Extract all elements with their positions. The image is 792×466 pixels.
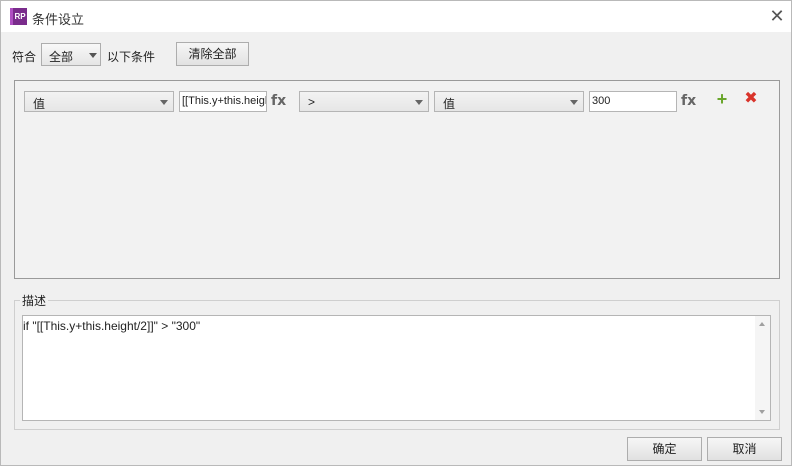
left-type-select[interactable]: 值 <box>24 91 174 112</box>
condition-dialog: RP 条件设立 ✕ 符合 全部 以下条件 清除全部 值 [[This.y+thi… <box>0 0 792 466</box>
match-mode-select[interactable]: 全部 <box>41 43 101 66</box>
fx-icon[interactable]: fx <box>681 93 696 109</box>
left-expression-input[interactable]: [[This.y+this.height/2]] <box>179 91 267 112</box>
description-text: if "[[This.y+this.height/2]]" > "300" <box>23 319 201 333</box>
ok-button[interactable]: 确定 <box>627 437 702 461</box>
operator-select[interactable]: > <box>299 91 429 112</box>
match-label: 符合 <box>12 50 37 64</box>
scroll-up-icon[interactable] <box>759 322 765 326</box>
right-type-select[interactable]: 值 <box>434 91 584 112</box>
right-value-input[interactable]: 300 <box>589 91 677 112</box>
left-type-value: 值 <box>33 97 46 111</box>
chevron-down-icon <box>160 100 168 105</box>
clear-all-button[interactable]: 清除全部 <box>176 42 249 66</box>
match-mode-value: 全部 <box>49 50 74 64</box>
chevron-down-icon <box>415 100 423 105</box>
vertical-scrollbar[interactable] <box>755 316 770 420</box>
axure-rp-icon: RP <box>10 8 27 25</box>
condition-label: 以下条件 <box>107 50 156 64</box>
operator-value: > <box>308 95 316 109</box>
scroll-down-icon[interactable] <box>759 410 765 414</box>
delete-condition-icon[interactable]: ✖ <box>744 91 758 107</box>
dialog-title: 条件设立 <box>32 12 85 27</box>
description-textarea[interactable]: if "[[This.y+this.height/2]]" > "300" <box>22 315 771 421</box>
chevron-down-icon <box>570 100 578 105</box>
close-icon[interactable]: ✕ <box>765 5 789 27</box>
title-bar: RP 条件设立 ✕ <box>1 1 791 32</box>
conditions-panel: 值 [[This.y+this.height/2]] fx > 值 300 fx… <box>14 80 780 279</box>
cancel-button[interactable]: 取消 <box>707 437 782 461</box>
match-row: 符合 全部 以下条件 清除全部 <box>1 42 791 68</box>
add-condition-icon[interactable]: + <box>715 90 729 108</box>
right-type-value: 值 <box>443 97 456 111</box>
chevron-down-icon <box>89 53 97 58</box>
fx-icon[interactable]: fx <box>271 93 286 109</box>
description-label: 描述 <box>20 292 49 309</box>
